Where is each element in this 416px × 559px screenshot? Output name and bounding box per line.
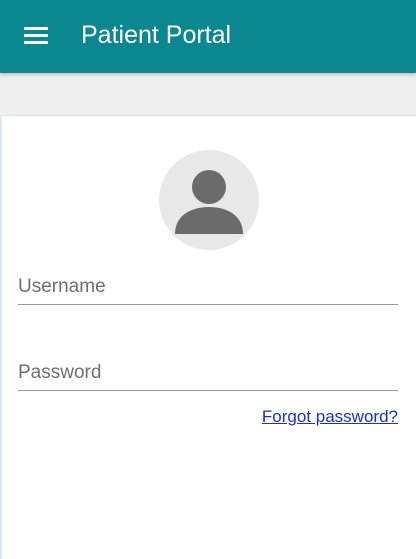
user-silhouette-icon: [175, 170, 243, 234]
forgot-password-link[interactable]: Forgot password?: [262, 407, 398, 427]
password-input[interactable]: [18, 360, 398, 386]
username-field: [18, 270, 398, 305]
toolbar-strip: [0, 73, 416, 116]
page-title: Patient Portal: [81, 21, 232, 49]
app-bar: Patient Portal: [0, 0, 416, 73]
username-input[interactable]: [18, 274, 398, 300]
hamburger-menu-icon: [24, 27, 48, 45]
avatar: [159, 150, 259, 250]
password-field: [18, 356, 398, 391]
left-border: [0, 115, 2, 559]
menu-button[interactable]: [14, 16, 58, 56]
